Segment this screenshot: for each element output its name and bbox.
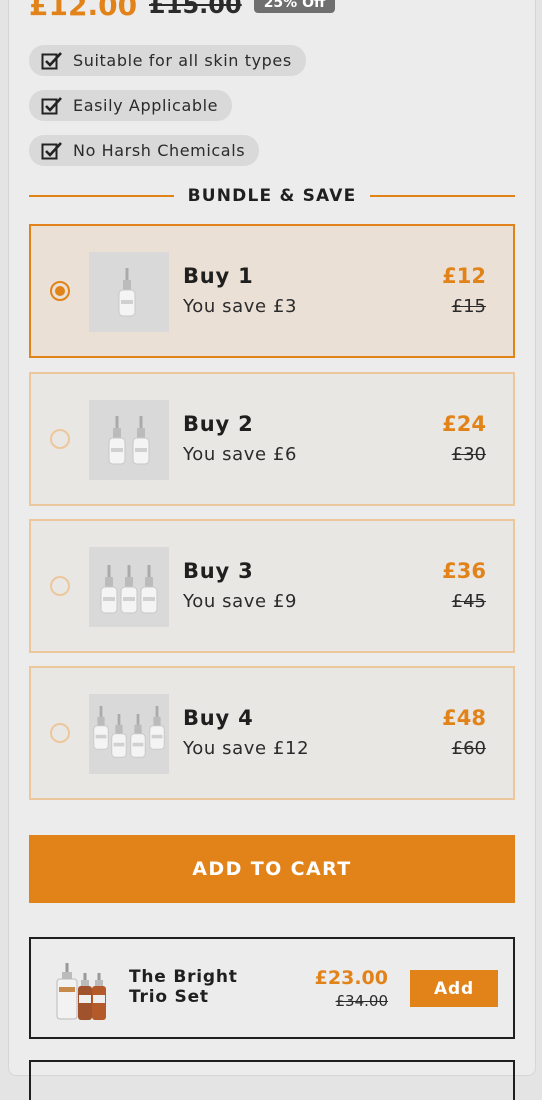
serum-bottle-icon: [118, 268, 136, 317]
option-title: Buy 2: [183, 412, 254, 436]
option-title: Buy 4: [183, 706, 254, 730]
original-price: £15.00: [149, 0, 242, 19]
checkbox-checked-icon: [41, 51, 63, 71]
feature-pill-applicable: Easily Applicable: [29, 90, 233, 121]
checkbox-checked-icon: [41, 96, 63, 116]
option-old-price: £30: [451, 444, 486, 465]
product-thumbnail: [89, 400, 169, 480]
current-price: £12.00: [29, 0, 138, 22]
upsell-add-button[interactable]: Add: [410, 970, 498, 1007]
radio-button[interactable]: [50, 723, 70, 743]
feature-label: No Harsh Chemicals: [73, 141, 246, 160]
bundle-option-buy-2[interactable]: Buy 2 You save £6 £24 £30: [29, 372, 515, 506]
upsell-item: The Bright Trio Set £23.00 £34.00 Add: [29, 937, 515, 1039]
option-title: Buy 1: [183, 264, 254, 288]
bundle-header: BUNDLE & SAVE: [29, 184, 516, 208]
option-price: £36: [442, 559, 486, 583]
feature-pill-no-chemicals: No Harsh Chemicals: [29, 135, 260, 166]
option-old-price: £45: [451, 591, 486, 612]
option-old-price: £15: [451, 296, 486, 317]
option-title: Buy 3: [183, 559, 254, 583]
bundle-option-buy-1[interactable]: Buy 1 You save £3 £12 £15: [29, 224, 515, 358]
option-old-price: £60: [451, 738, 486, 759]
divider: [370, 195, 516, 197]
serum-bottle-icon: [108, 416, 150, 465]
option-saving: You save £9: [183, 591, 298, 612]
option-saving: You save £3: [183, 296, 298, 317]
option-saving: You save £6: [183, 444, 298, 465]
product-thumbnail: [89, 547, 169, 627]
serum-set-icon: [56, 963, 106, 1020]
upsell-old-price: £34.00: [335, 992, 389, 1010]
option-saving: You save £12: [183, 738, 310, 759]
bundle-option-buy-3[interactable]: Buy 3 You save £9 £36 £45: [29, 519, 515, 653]
bundle-title: BUNDLE & SAVE: [187, 186, 357, 206]
radio-button[interactable]: [50, 281, 70, 301]
radio-button[interactable]: [50, 429, 70, 449]
feature-pill-skin-types: Suitable for all skin types: [29, 45, 306, 76]
divider: [29, 195, 174, 197]
upsell-name: The Bright Trio Set: [129, 967, 238, 1007]
option-price: £24: [442, 412, 486, 436]
option-price: £48: [442, 706, 486, 730]
upsell-item-next: [29, 1060, 515, 1100]
checkbox-checked-icon: [41, 141, 63, 161]
add-to-cart-button[interactable]: ADD TO CART: [29, 835, 515, 903]
discount-badge: 25% Off: [253, 0, 336, 13]
radio-button[interactable]: [50, 576, 70, 596]
product-thumbnail: [89, 694, 169, 774]
feature-label: Suitable for all skin types: [73, 51, 292, 70]
upsell-price: £23.00: [314, 967, 388, 989]
serum-bottle-icon: [93, 706, 165, 758]
product-thumbnail: [89, 252, 169, 332]
bundle-option-buy-4[interactable]: Buy 4 You save £12 £48 £60: [29, 666, 515, 800]
feature-label: Easily Applicable: [73, 96, 219, 115]
option-price: £12: [442, 264, 486, 288]
serum-bottle-icon: [100, 565, 158, 614]
product-image: [51, 957, 111, 1023]
price-row: £12.00 £15.00 25% Off: [29, 0, 336, 22]
